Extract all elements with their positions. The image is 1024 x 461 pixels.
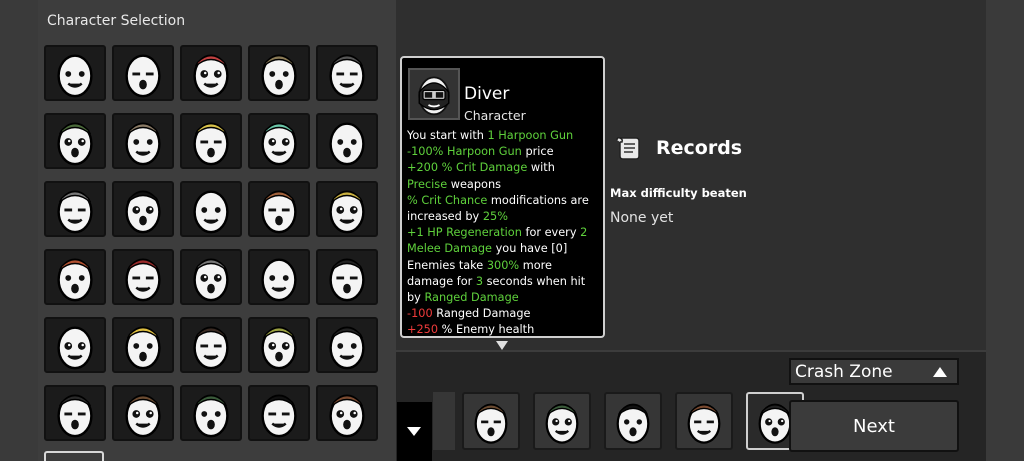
character-egg-fedora-icon[interactable] xyxy=(248,385,310,441)
character-egg-goggles-icon[interactable] xyxy=(44,181,106,237)
next-button-label: Next xyxy=(853,416,895,437)
character-egg-fedora-icon[interactable] xyxy=(604,392,662,450)
desc-line: +1 HP Regeneration for every 2 xyxy=(407,226,588,240)
next-button[interactable]: Next xyxy=(789,400,959,452)
desc-line: +200 % Crit Damage with xyxy=(407,161,555,175)
desc-line: damage for 3 seconds when hit xyxy=(407,274,586,288)
zone-dropdown-value: Crash Zone xyxy=(795,362,893,382)
character-egg-visor-icon[interactable] xyxy=(112,181,174,237)
records-title: Records xyxy=(656,137,743,159)
character-egg-bored-icon[interactable] xyxy=(316,113,378,169)
character-egg-eyepatch-icon[interactable] xyxy=(316,45,378,101)
character-egg-lumberjack-icon[interactable] xyxy=(112,385,174,441)
character-egg-beanie-icon[interactable] xyxy=(180,385,242,441)
character-egg-mohawk-icon[interactable] xyxy=(248,113,310,169)
character-egg-horns-icon[interactable] xyxy=(316,181,378,237)
character-egg-brown-icon[interactable] xyxy=(112,113,174,169)
bottom-divider xyxy=(396,350,986,352)
right-edge xyxy=(986,0,1024,461)
desc-line: -100% Harpoon Gun price xyxy=(407,145,554,159)
character-egg-lumberjack-icon[interactable] xyxy=(462,392,520,450)
character-egg-dreadlocks-icon[interactable] xyxy=(44,385,106,441)
desc-line: +250 % Enemy health xyxy=(407,323,535,337)
character-egg-beard-icon[interactable] xyxy=(180,317,242,373)
character-egg-plain-icon[interactable] xyxy=(44,45,106,101)
character-egg-scarf-red-icon[interactable] xyxy=(112,249,174,305)
character-egg-bowler-icon[interactable] xyxy=(316,249,378,305)
grid-scroll-stub[interactable] xyxy=(44,451,104,461)
max-difficulty-label: Max difficulty beaten xyxy=(610,186,747,200)
character-egg-hat-icon[interactable] xyxy=(44,113,106,169)
character-name: Diver xyxy=(464,84,510,104)
desc-line: You start with 1 Harpoon Gun xyxy=(407,129,574,142)
desc-line: Melee Damage you have [0] xyxy=(407,242,568,256)
character-egg-cyborg-icon[interactable] xyxy=(180,45,242,101)
character-egg-chubby-icon[interactable] xyxy=(248,249,310,305)
panel-title: Character Selection xyxy=(47,13,186,29)
character-egg-monocle-icon[interactable] xyxy=(180,249,242,305)
scroll-icon xyxy=(614,134,642,162)
character-description: You start with 1 Harpoon Gun -100% Harpo… xyxy=(407,128,603,337)
character-egg-gentleman-icon[interactable] xyxy=(316,317,378,373)
character-kind: Character xyxy=(464,108,526,123)
character-egg-angry-icon[interactable] xyxy=(180,181,242,237)
desc-line: by Ranged Damage xyxy=(407,291,519,305)
desc-line: Precise weapons xyxy=(407,177,501,191)
chevron-up-icon xyxy=(933,367,947,377)
character-egg-hardhat-icon[interactable] xyxy=(112,317,174,373)
character-egg-pirate-icon[interactable] xyxy=(675,392,733,450)
character-egg-pirate-icon[interactable] xyxy=(316,385,378,441)
desc-line: -100 Ranged Damage xyxy=(407,307,531,321)
collapse-button[interactable] xyxy=(397,402,432,461)
character-egg-neutral-icon[interactable] xyxy=(112,45,174,101)
character-egg-mustache-icon[interactable] xyxy=(248,181,310,237)
tooltip-pointer-icon xyxy=(496,341,508,350)
diver-mask-icon xyxy=(408,68,460,120)
desc-line: % Crit Chance modifications are xyxy=(407,193,589,207)
recent-slot-partial xyxy=(433,392,455,450)
desc-line: Enemies take 300% more xyxy=(407,258,553,272)
left-edge xyxy=(0,0,38,461)
chevron-down-icon xyxy=(407,427,421,436)
character-egg-pacifier-icon[interactable] xyxy=(44,249,106,305)
character-egg-shocked-icon[interactable] xyxy=(44,317,106,373)
character-tooltip: Diver Character You start with 1 Harpoon… xyxy=(400,56,605,338)
max-difficulty-value: None yet xyxy=(610,210,674,226)
desc-line: increased by 25% xyxy=(407,210,508,224)
character-egg-beanie-icon[interactable] xyxy=(533,392,591,450)
character-egg-crown-icon[interactable] xyxy=(180,113,242,169)
character-egg-scarf-icon[interactable] xyxy=(248,45,310,101)
character-egg-gasmask-icon[interactable] xyxy=(248,317,310,373)
zone-dropdown[interactable]: Crash Zone xyxy=(789,358,959,385)
